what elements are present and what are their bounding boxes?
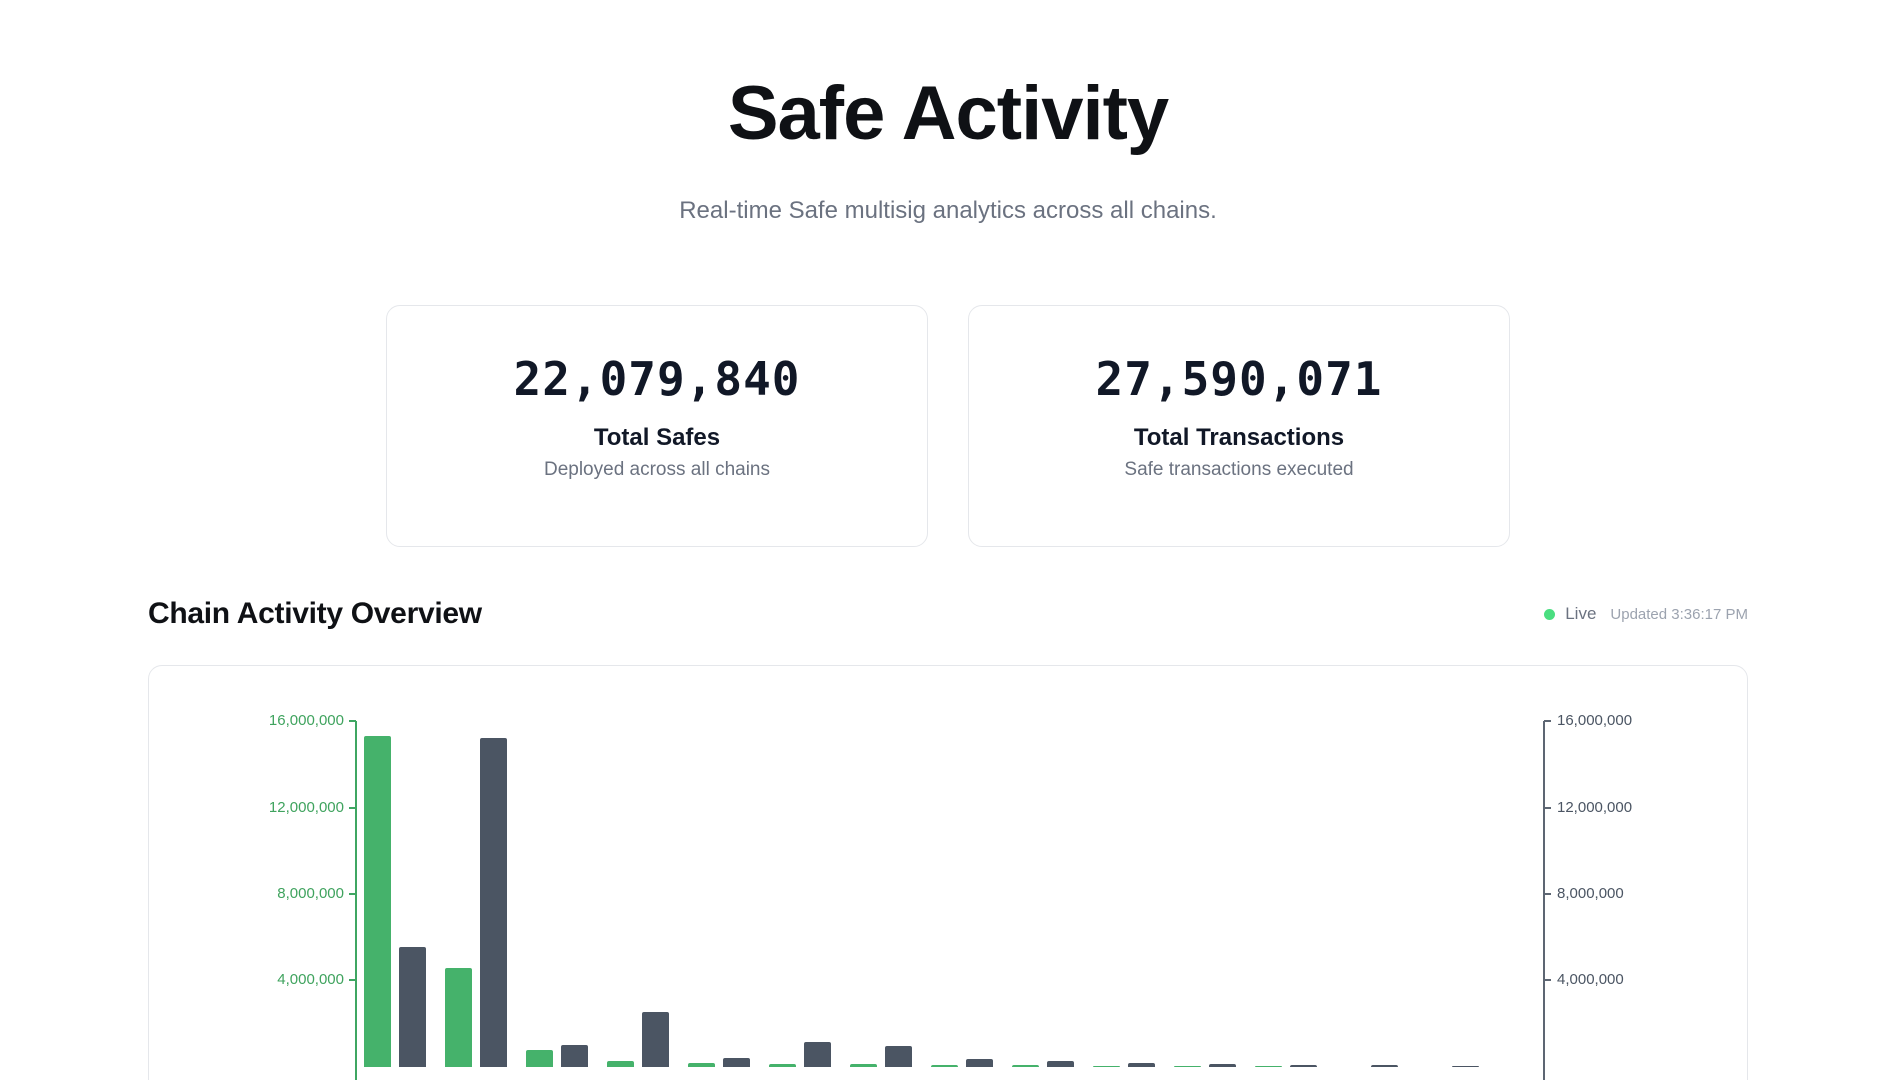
chart-plot[interactable]: 16,000,000 16,000,000 12,000,000 12,000,000… — [149, 666, 1747, 1080]
page-subtitle: Real-time Safe multisig analytics across… — [148, 197, 1748, 225]
left-axis-tick-mark — [349, 720, 356, 722]
left-axis-tick-mark — [349, 893, 356, 895]
bar-safes[interactable] — [931, 1065, 958, 1067]
right-axis-tick-label: 12,000,000 — [1557, 799, 1712, 817]
stat-label: Total Safes — [387, 424, 927, 452]
bar-transactions[interactable] — [1209, 1064, 1236, 1067]
left-axis-tick-label: 16,000,000 — [189, 712, 344, 730]
bar-transactions[interactable] — [804, 1042, 831, 1067]
stat-label: Total Transactions — [969, 424, 1509, 452]
stat-value: 27,590,071 — [969, 352, 1509, 406]
bar-transactions[interactable] — [1047, 1061, 1074, 1067]
stat-card-total-transactions: 27,590,071 Total Transactions Safe trans… — [968, 305, 1510, 547]
bar-transactions[interactable] — [399, 947, 426, 1067]
right-axis-tick-mark — [1544, 720, 1551, 722]
bar-transactions[interactable] — [885, 1046, 912, 1067]
bar-safes[interactable] — [526, 1050, 553, 1067]
bar-transactions[interactable] — [1452, 1066, 1479, 1067]
bar-safes[interactable] — [445, 968, 472, 1067]
stat-value: 22,079,840 — [387, 352, 927, 406]
page: Safe Activity Real-time Safe multisig an… — [148, 70, 1748, 1080]
left-axis-tick-label: 4,000,000 — [189, 971, 344, 989]
bar-safes[interactable] — [1012, 1065, 1039, 1067]
live-dot-icon — [1544, 609, 1555, 620]
bar-transactions[interactable] — [1128, 1063, 1155, 1067]
right-axis-tick-mark — [1544, 979, 1551, 981]
right-axis-tick-label: 4,000,000 — [1557, 971, 1712, 989]
bar-safes[interactable] — [688, 1063, 715, 1067]
bar-safes[interactable] — [769, 1064, 796, 1067]
bar-safes[interactable] — [364, 736, 391, 1067]
right-axis-tick-label: 8,000,000 — [1557, 885, 1712, 903]
section-header: Chain Activity Overview Live Updated 3:3… — [148, 597, 1748, 631]
right-axis-tick-mark — [1544, 893, 1551, 895]
bar-transactions[interactable] — [561, 1045, 588, 1067]
bar-safes[interactable] — [1255, 1066, 1282, 1067]
bar-transactions[interactable] — [723, 1058, 750, 1067]
bar-transactions[interactable] — [480, 738, 507, 1067]
left-axis-tick-mark — [349, 979, 356, 981]
stat-description: Safe transactions executed — [969, 459, 1509, 481]
stat-description: Deployed across all chains — [387, 459, 927, 481]
stat-card-total-safes: 22,079,840 Total Safes Deployed across a… — [386, 305, 928, 547]
bar-transactions[interactable] — [1290, 1065, 1317, 1067]
bar-safes[interactable] — [850, 1064, 877, 1067]
bar-safes[interactable] — [1174, 1066, 1201, 1067]
bar-transactions[interactable] — [966, 1059, 993, 1067]
stats-row: 22,079,840 Total Safes Deployed across a… — [148, 305, 1748, 547]
updated-timestamp: Updated 3:36:17 PM — [1610, 606, 1748, 623]
bar-transactions[interactable] — [642, 1012, 669, 1067]
left-axis-tick-mark — [349, 807, 356, 809]
page-title: Safe Activity — [148, 70, 1748, 157]
live-indicator: Live Updated 3:36:17 PM — [1544, 604, 1748, 624]
chain-activity-chart-card: 16,000,000 16,000,000 12,000,000 12,000,000… — [148, 665, 1748, 1080]
bar-safes[interactable] — [607, 1061, 634, 1066]
right-axis-tick-mark — [1544, 807, 1551, 809]
left-axis-tick-label: 8,000,000 — [189, 885, 344, 903]
left-axis-tick-label: 12,000,000 — [189, 799, 344, 817]
bar-safes[interactable] — [1093, 1066, 1120, 1067]
right-axis-tick-label: 16,000,000 — [1557, 712, 1712, 730]
bar-transactions[interactable] — [1371, 1065, 1398, 1067]
section-title: Chain Activity Overview — [148, 597, 482, 631]
live-label: Live — [1565, 604, 1596, 624]
